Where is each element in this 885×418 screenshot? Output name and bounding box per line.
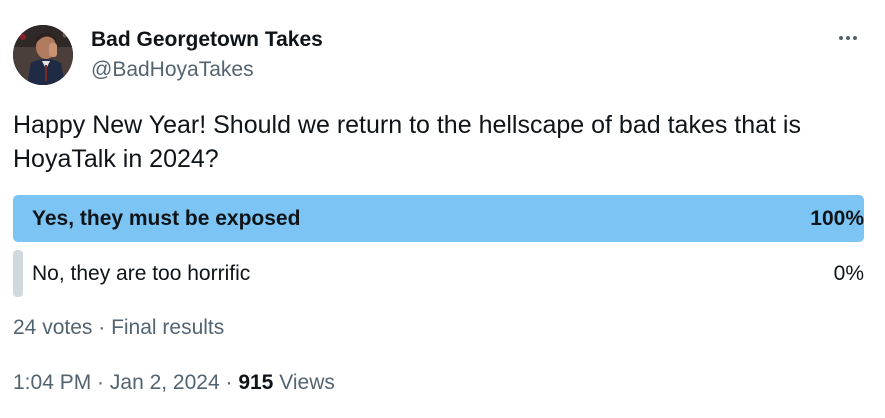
- poll-option-label: Yes, they must be exposed: [32, 206, 301, 230]
- tweet-text: Happy New Year! Should we return to the …: [13, 111, 801, 173]
- more-options-icon[interactable]: [830, 24, 866, 52]
- author-handle[interactable]: @BadHoyaTakes: [91, 57, 254, 83]
- poll-option-1[interactable]: Yes, they must be exposed 100%: [13, 195, 864, 242]
- tweet-time[interactable]: 1:04 PM: [13, 371, 91, 394]
- tweet-date[interactable]: Jan 2, 2024: [110, 371, 220, 394]
- more-dot: [846, 36, 850, 40]
- more-dot: [839, 36, 843, 40]
- poll-status: Final results: [111, 316, 225, 339]
- separator: ·: [91, 371, 110, 394]
- separator: ·: [219, 371, 239, 394]
- views-count: 915: [238, 371, 274, 394]
- poll-bar-2: [13, 250, 23, 297]
- separator: ·: [92, 316, 112, 339]
- poll-option-percent: 0%: [833, 261, 864, 285]
- poll-results: 24 votes · Final results: [13, 316, 224, 340]
- poll-option-percent: 100%: [810, 206, 864, 230]
- more-dot: [853, 36, 857, 40]
- poll-option-2[interactable]: No, they are too horrific 0%: [13, 250, 864, 297]
- avatar[interactable]: [13, 25, 73, 85]
- author-name[interactable]: Bad Georgetown Takes: [91, 27, 323, 53]
- tweet-meta: 1:04 PM · Jan 2, 2024 · 915 Views: [13, 371, 335, 395]
- poll-option-label: No, they are too horrific: [32, 261, 251, 285]
- poll-votes: 24 votes: [13, 316, 93, 339]
- avatar-image: [13, 25, 73, 85]
- views-label: Views: [279, 371, 335, 394]
- tweet: Bad Georgetown Takes @BadHoyaTakes Happy…: [0, 0, 885, 418]
